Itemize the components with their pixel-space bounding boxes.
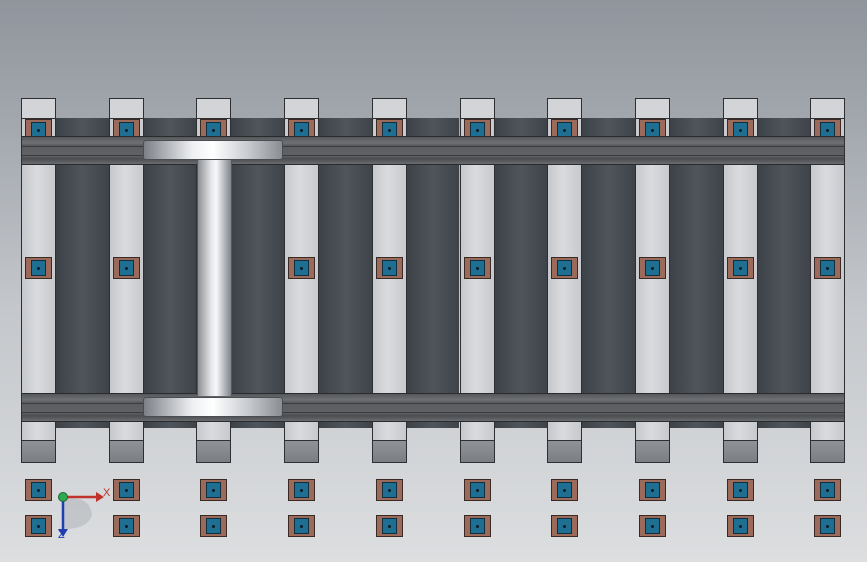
rail-clip bbox=[118, 260, 134, 276]
rail-clip bbox=[206, 482, 222, 498]
rail-clip bbox=[732, 482, 748, 498]
sleeper-end-face bbox=[22, 440, 55, 462]
sleeper-top-face bbox=[460, 99, 494, 119]
rail-clip bbox=[469, 260, 485, 276]
rail-clip bbox=[820, 518, 836, 534]
rail-clip bbox=[820, 482, 836, 498]
rail-clip bbox=[557, 482, 573, 498]
rail-pad bbox=[463, 515, 491, 537]
z-axis-label: Z bbox=[58, 529, 65, 541]
rail-pad bbox=[726, 479, 754, 501]
rail-clip bbox=[118, 518, 134, 534]
sleeper-top-face bbox=[22, 99, 55, 119]
sleeper-top-face bbox=[811, 99, 845, 119]
rail-pad bbox=[288, 257, 316, 279]
rail-clip bbox=[644, 518, 660, 534]
sleeper-end-face bbox=[548, 440, 582, 462]
sleeper-top-face bbox=[635, 99, 669, 119]
sleeper-end-face bbox=[372, 440, 406, 462]
rail-clip bbox=[820, 260, 836, 276]
wheel-top bbox=[143, 140, 283, 160]
rail-pad bbox=[200, 515, 228, 537]
rail-pad bbox=[463, 257, 491, 279]
cad-viewport[interactable]: X Z bbox=[0, 0, 867, 562]
rail-clip bbox=[557, 518, 573, 534]
rail-clip bbox=[31, 482, 46, 498]
rail-clip bbox=[206, 518, 222, 534]
rail-pad bbox=[551, 515, 579, 537]
sleeper-top-face bbox=[723, 99, 757, 119]
rail-pad bbox=[288, 515, 316, 537]
rail-pad bbox=[638, 257, 666, 279]
wheelset-axle bbox=[197, 160, 232, 396]
sleeper-top-face bbox=[109, 99, 143, 119]
rail-clip bbox=[732, 260, 748, 276]
rail-pad bbox=[638, 479, 666, 501]
rail-clip bbox=[294, 482, 310, 498]
sleeper-end-face bbox=[811, 440, 845, 462]
rail-track-model bbox=[0, 0, 867, 562]
sleeper-end-face bbox=[197, 440, 231, 462]
rail-clip bbox=[381, 518, 397, 534]
rail-clip bbox=[294, 260, 310, 276]
rail-pad bbox=[814, 257, 842, 279]
rail-clip bbox=[294, 518, 310, 534]
sleeper-end-face bbox=[109, 440, 143, 462]
rail-pad bbox=[375, 515, 403, 537]
rail-pad bbox=[814, 515, 842, 537]
rail-pad bbox=[551, 479, 579, 501]
rail-clip bbox=[381, 260, 397, 276]
rail-pad bbox=[551, 257, 579, 279]
rail-pad bbox=[814, 479, 842, 501]
rail-pad bbox=[726, 257, 754, 279]
y-axis-indicator bbox=[58, 492, 68, 502]
rail-pad bbox=[25, 515, 52, 537]
rail-pad bbox=[200, 479, 228, 501]
rail-clip bbox=[469, 518, 485, 534]
rail-pad bbox=[25, 257, 52, 279]
x-axis-label: X bbox=[103, 487, 111, 499]
rail-pad bbox=[288, 479, 316, 501]
sleeper-top-face bbox=[197, 99, 231, 119]
rail-pad bbox=[375, 479, 403, 501]
rail-pad bbox=[726, 515, 754, 537]
rail-clip bbox=[381, 482, 397, 498]
rail-clip bbox=[732, 518, 748, 534]
wheel-bottom bbox=[143, 397, 283, 417]
rail-pad bbox=[375, 257, 403, 279]
sleeper-end-face bbox=[723, 440, 757, 462]
rail-clip bbox=[31, 518, 46, 534]
rail-clip bbox=[31, 260, 46, 276]
rail-clip bbox=[644, 482, 660, 498]
rail-clip bbox=[557, 260, 573, 276]
rail-clip bbox=[644, 260, 660, 276]
sleeper-end-face bbox=[460, 440, 494, 462]
rail-clip bbox=[118, 482, 134, 498]
rail-pad bbox=[463, 479, 491, 501]
sleeper-top-face bbox=[372, 99, 406, 119]
rail-pad bbox=[25, 479, 52, 501]
sleeper-end-face bbox=[285, 440, 319, 462]
rail-pad bbox=[112, 257, 140, 279]
sleeper-end-face bbox=[635, 440, 669, 462]
sleeper-top-face bbox=[548, 99, 582, 119]
rail-clip bbox=[469, 482, 485, 498]
sleeper-top-face bbox=[285, 99, 319, 119]
rail-pad bbox=[638, 515, 666, 537]
